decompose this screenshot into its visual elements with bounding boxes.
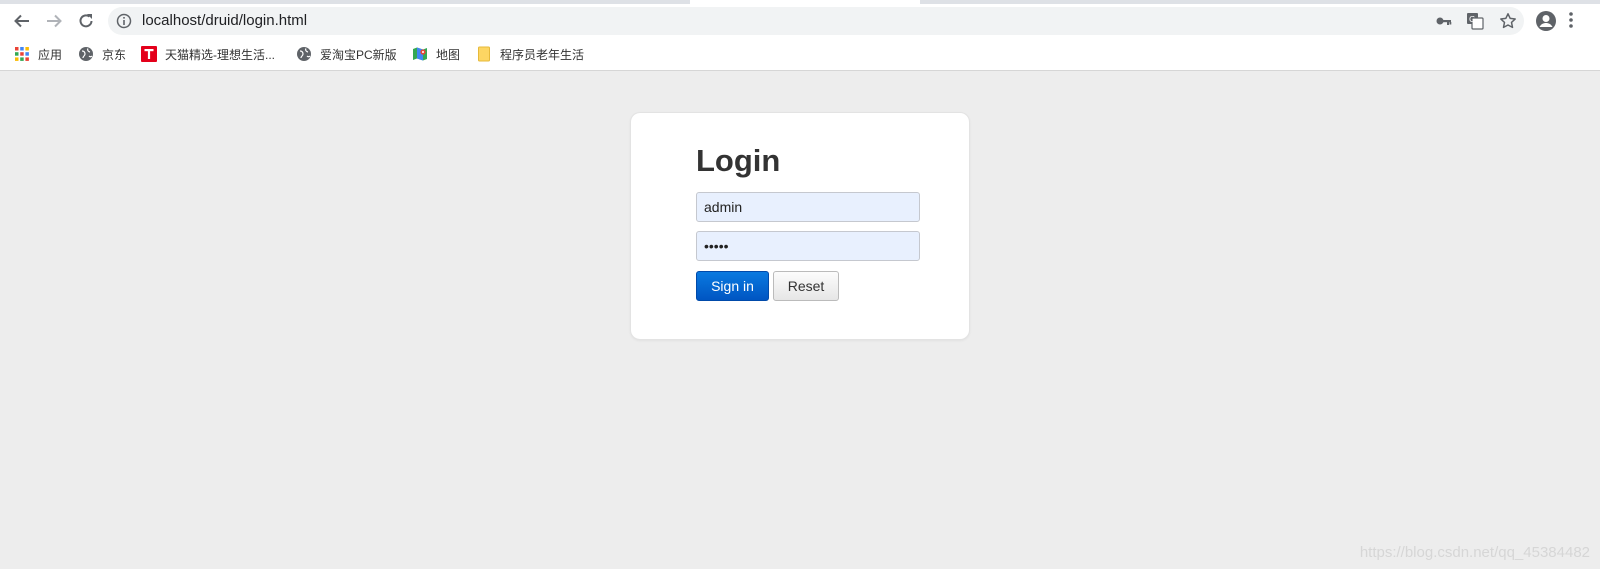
bookmark-star-icon[interactable] xyxy=(1499,12,1517,30)
reload-icon xyxy=(79,14,93,28)
bookmark-jd[interactable]: 京东 xyxy=(78,44,126,64)
bookmark-apps[interactable]: 应用 xyxy=(14,44,62,64)
address-bar[interactable]: localhost/druid/login.html G xyxy=(108,7,1524,35)
bookmark-label: 天猫精选-理想生活... xyxy=(165,47,275,62)
svg-text:G: G xyxy=(1469,15,1475,24)
bookmark-label: 京东 xyxy=(102,47,127,62)
folder-icon xyxy=(476,46,492,62)
bookmark-tmall[interactable]: 天猫精选-理想生活... xyxy=(141,44,275,64)
globe-icon xyxy=(296,46,312,62)
key-icon[interactable] xyxy=(1435,12,1453,30)
tmall-icon xyxy=(141,46,157,62)
maps-icon xyxy=(412,46,428,62)
back-arrow-icon xyxy=(14,14,29,28)
active-tab[interactable] xyxy=(690,0,920,4)
forward-arrow-icon xyxy=(47,14,62,28)
reload-button[interactable] xyxy=(73,8,99,34)
site-info-icon[interactable] xyxy=(116,13,132,34)
login-card: Login Sign in Reset xyxy=(630,112,970,340)
bookmark-label: 程序员老年生活 xyxy=(500,47,585,62)
menu-dots-icon[interactable] xyxy=(1568,10,1574,35)
bookmark-label: 应用 xyxy=(38,47,63,62)
globe-icon xyxy=(78,46,94,62)
bookmark-label: 地图 xyxy=(436,47,461,62)
browser-toolbar: localhost/druid/login.html G xyxy=(0,6,1600,36)
sign-in-button[interactable]: Sign in xyxy=(696,271,769,301)
bookmark-folder[interactable]: 程序员老年生活 xyxy=(476,44,584,64)
password-input[interactable] xyxy=(696,231,920,261)
bookmark-maps[interactable]: 地图 xyxy=(412,44,460,64)
translate-icon[interactable]: G xyxy=(1466,12,1484,30)
browser-chrome: localhost/druid/login.html G 应用 京东 天猫精选-… xyxy=(0,0,1600,71)
bookmark-aitaobao[interactable]: 爱淘宝PC新版 xyxy=(296,44,397,64)
profile-avatar-icon[interactable] xyxy=(1535,10,1557,37)
forward-button[interactable] xyxy=(41,8,67,34)
back-button[interactable] xyxy=(9,8,35,34)
url-text[interactable]: localhost/druid/login.html xyxy=(142,7,307,35)
username-input[interactable] xyxy=(696,192,920,222)
watermark-text: https://blog.csdn.net/qq_45384482 xyxy=(1359,544,1590,561)
bookmark-label: 爱淘宝PC新版 xyxy=(320,47,397,62)
tab-strip xyxy=(0,0,1600,4)
apps-grid-icon xyxy=(14,46,30,62)
reset-button[interactable]: Reset xyxy=(773,271,839,301)
login-title: Login xyxy=(696,143,781,178)
bookmarks-bar: 应用 京东 天猫精选-理想生活... 爱淘宝PC新版 地图 程序员老年生活 xyxy=(0,42,1600,66)
